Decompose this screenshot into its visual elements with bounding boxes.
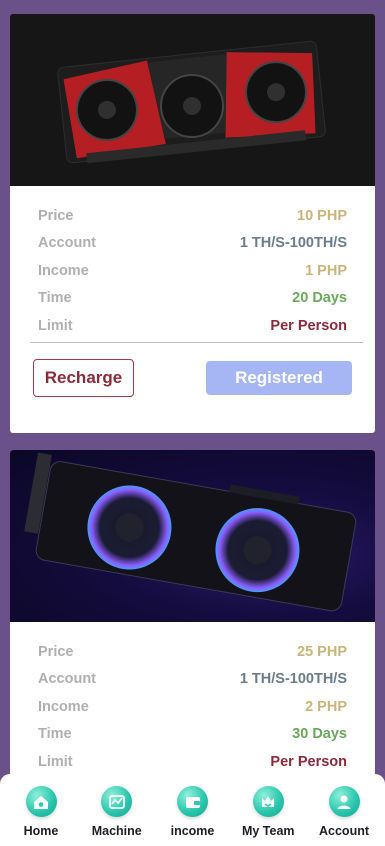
registered-button[interactable]: Registered (206, 361, 352, 395)
spec-label: Time (38, 290, 72, 307)
nav-item-income[interactable]: income (158, 774, 228, 838)
spec-label: Income (38, 262, 89, 279)
divider (30, 342, 363, 343)
spec-label: Price (38, 643, 74, 660)
team-icon (252, 786, 284, 817)
spec-limit: Limit Per Person (38, 748, 347, 776)
nav-label: Home (23, 824, 59, 838)
product-card: Price 10 PHP Account 1 TH/S-100TH/S Inco… (10, 14, 375, 433)
spec-label: Time (38, 726, 72, 743)
wallet-icon (177, 786, 208, 817)
home-icon (25, 786, 57, 817)
nav-label: income (170, 824, 215, 838)
recharge-button[interactable]: Recharge (33, 359, 134, 397)
bottom-nav: Home Machine income My Team Account (0, 774, 385, 846)
spec-value: 1 PHP (305, 262, 347, 279)
spec-label: Income (38, 698, 89, 715)
nav-item-machine[interactable]: Machine (82, 774, 152, 838)
spec-value: 30 Days (292, 726, 347, 743)
spec-list: Price 10 PHP Account 1 TH/S-100TH/S Inco… (38, 202, 347, 340)
spec-value: Per Person (270, 753, 347, 770)
spec-value: 25 PHP (297, 643, 347, 660)
spec-label: Limit (38, 317, 73, 334)
machine-icon (101, 786, 133, 817)
graphics-card-red-image (10, 14, 375, 186)
spec-list: Price 25 PHP Account 1 TH/S-100TH/S Inco… (38, 638, 347, 776)
spec-price: Price 25 PHP (38, 638, 347, 666)
spec-income: Income 1 PHP (38, 257, 347, 285)
spec-value: 10 PHP (297, 207, 347, 224)
nav-label: Account (319, 824, 369, 838)
person-icon (328, 786, 360, 817)
nav-item-my-team[interactable]: My Team (233, 774, 303, 838)
spec-limit: Limit Per Person (38, 312, 347, 340)
spec-value: 1 TH/S-100TH/S (239, 235, 347, 252)
spec-account: Account 1 TH/S-100TH/S (38, 666, 347, 694)
spec-label: Account (38, 671, 96, 688)
nav-label: My Team (241, 824, 295, 838)
spec-value: 1 TH/S-100TH/S (239, 671, 347, 688)
spec-label: Price (38, 207, 74, 224)
nav-item-home[interactable]: Home (6, 774, 76, 838)
spec-account: Account 1 TH/S-100TH/S (38, 230, 347, 258)
spec-time: Time 20 Days (38, 285, 347, 313)
spec-label: Limit (38, 753, 73, 770)
spec-label: Account (38, 235, 96, 252)
spec-income: Income 2 PHP (38, 693, 347, 721)
graphics-card-arc-image (10, 450, 375, 622)
spec-value: 20 Days (292, 290, 347, 307)
spec-price: Price 10 PHP (38, 202, 347, 230)
nav-item-account[interactable]: Account (309, 774, 379, 838)
nav-label: Machine (91, 824, 142, 838)
product-list[interactable]: Price 10 PHP Account 1 TH/S-100TH/S Inco… (0, 0, 385, 846)
spec-value: Per Person (270, 317, 347, 334)
spec-value: 2 PHP (305, 698, 347, 715)
spec-time: Time 30 Days (38, 721, 347, 749)
